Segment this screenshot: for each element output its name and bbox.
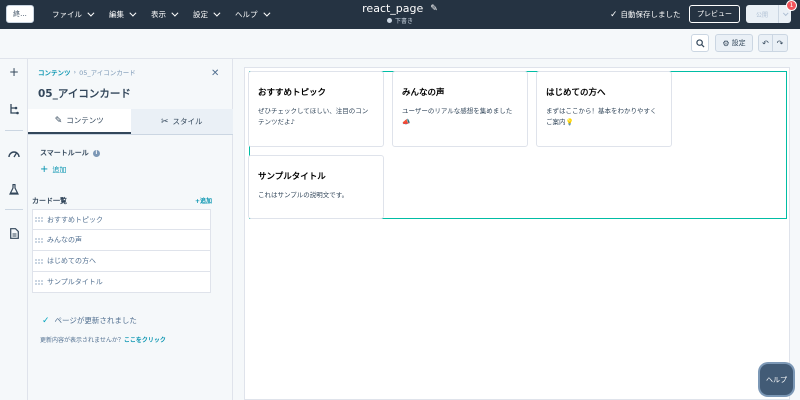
- rail-divider: [5, 130, 23, 131]
- page-button[interactable]: [0, 223, 28, 243]
- optimize-button[interactable]: [0, 143, 28, 163]
- settings-button[interactable]: ⚙ 設定: [715, 34, 753, 52]
- icon-card[interactable]: みんなの声 ユーザーのリアルな感想を集めました📣: [392, 71, 528, 147]
- check-icon: ✓: [610, 9, 618, 20]
- pencil-icon: ✎: [54, 115, 63, 126]
- top-navigation-bar: 終... ファイル 編集 表示 設定 ヘルプ react_page ✎ 下書き ✓…: [0, 0, 800, 29]
- breadcrumb-current: 05_アイコンカード: [79, 69, 136, 77]
- test-button[interactable]: [0, 179, 28, 199]
- search-icon: [695, 38, 705, 48]
- info-icon[interactable]: i: [92, 149, 100, 157]
- chevron-down-icon: [171, 9, 179, 17]
- card-list-header: カード一覧 +追加: [32, 196, 212, 206]
- card-text: ユーザーのリアルな感想を集めました📣: [402, 107, 513, 126]
- add-module-button[interactable]: +: [0, 62, 28, 82]
- card-text: まずはここから！基本をわかりやすくご案内💡: [546, 107, 657, 126]
- preview-button[interactable]: プレビュー: [689, 5, 740, 23]
- close-icon[interactable]: ✕: [211, 68, 219, 79]
- undo-icon: ↶: [762, 38, 769, 48]
- card-title: はじめての方へ: [546, 88, 606, 98]
- icon-card[interactable]: サンプルタイトル これはサンプルの説明文です。: [248, 155, 384, 219]
- drag-handle-icon[interactable]: [35, 214, 43, 226]
- card-title: サンプルタイトル: [258, 172, 326, 182]
- list-item[interactable]: みんなの声: [32, 230, 211, 251]
- page-status: 下書き: [340, 16, 460, 25]
- card-list-add-button[interactable]: +追加: [195, 196, 212, 206]
- module-editor-panel: コンテンツ › 05_アイコンカード ✕ 05_アイコンカード ✎ コンテンツ ✂…: [28, 59, 233, 400]
- card-text: ぜひチェックしてほしい、注目のコンテンツだよ♪: [258, 107, 369, 126]
- card-title: みんなの声: [402, 88, 445, 98]
- card-list-label: カード一覧: [32, 197, 67, 205]
- rail-divider: [5, 209, 23, 210]
- undo-button[interactable]: ↶: [758, 34, 773, 52]
- plus-icon: +: [8, 65, 20, 79]
- menu-settings[interactable]: 設定: [193, 9, 221, 20]
- icon-card[interactable]: はじめての方へ まずはここから！基本をわかりやすくご案内💡: [536, 71, 672, 147]
- list-item[interactable]: サンプルタイトル: [32, 272, 211, 293]
- tree-icon: [10, 103, 19, 114]
- breadcrumb-root[interactable]: コンテンツ: [38, 67, 71, 77]
- drag-handle-icon[interactable]: [35, 276, 43, 288]
- gear-icon: ⚙: [722, 38, 730, 48]
- chevron-down-icon: [782, 10, 789, 17]
- left-rail: +: [0, 59, 28, 400]
- document-icon: [9, 227, 19, 239]
- tab-content[interactable]: ✎ コンテンツ: [28, 109, 131, 134]
- brush-icon: ✂: [160, 116, 169, 127]
- search-button[interactable]: [691, 34, 709, 52]
- menu-help[interactable]: ヘルプ: [235, 9, 270, 20]
- update-status: ✓ ページが更新されました: [42, 315, 137, 326]
- chevron-down-icon: [129, 9, 137, 17]
- card-title: おすすめトピック: [258, 88, 327, 98]
- chevron-down-icon: [262, 9, 270, 17]
- module-title: 05_アイコンカード: [38, 88, 131, 100]
- breadcrumb: コンテンツ › 05_アイコンカード: [38, 67, 136, 77]
- redo-button[interactable]: ↷: [773, 34, 788, 52]
- flask-icon: [9, 183, 19, 195]
- breadcrumb-separator: ›: [73, 68, 77, 76]
- help-button[interactable]: ヘルプ: [760, 364, 793, 395]
- plus-icon: +: [40, 164, 49, 175]
- status-dot-icon: [386, 18, 392, 23]
- refresh-link[interactable]: ここをクリック: [124, 337, 166, 344]
- editor-toolbar: ⚙ 設定 ↶ ↷: [0, 29, 800, 59]
- exit-button[interactable]: 終...: [6, 5, 34, 23]
- drag-handle-icon[interactable]: [35, 234, 43, 246]
- smart-rule-add-button[interactable]: + 追加: [40, 164, 66, 175]
- page-title-area: react_page ✎ 下書き: [340, 2, 460, 25]
- menu-edit[interactable]: 編集: [109, 9, 137, 20]
- menu-bar: ファイル 編集 表示 設定 ヘルプ: [52, 0, 285, 29]
- smart-rule-label: スマートルール i: [40, 148, 100, 158]
- check-icon: ✓: [42, 315, 50, 326]
- menu-file[interactable]: ファイル: [52, 9, 95, 20]
- pencil-icon[interactable]: ✎: [430, 4, 438, 14]
- layers-button[interactable]: [0, 99, 28, 119]
- chevron-down-icon: [87, 9, 95, 17]
- card-list: おすすめトピック みんなの声 はじめての方へ サンプルタイトル: [32, 209, 211, 293]
- list-item[interactable]: はじめての方へ: [32, 251, 211, 272]
- menu-view[interactable]: 表示: [151, 9, 179, 20]
- gauge-icon: [8, 150, 20, 157]
- notification-badge[interactable]: 1: [786, 0, 797, 11]
- chevron-down-icon: [213, 9, 221, 17]
- publish-button[interactable]: 公開: [746, 5, 778, 23]
- drag-handle-icon[interactable]: [35, 255, 43, 267]
- autosave-status: ✓ 自動保存しました: [610, 9, 681, 20]
- list-item[interactable]: おすすめトピック: [32, 209, 211, 230]
- preview-canvas: おすすめトピック ぜひチェックしてほしい、注目のコンテンツだよ♪ みんなの声 ユ…: [244, 67, 790, 400]
- card-text: これはサンプルの説明文です。: [258, 191, 349, 199]
- page-title[interactable]: react_page ✎: [362, 2, 438, 15]
- panel-tabs: ✎ コンテンツ ✂ スタイル: [28, 109, 233, 135]
- refresh-hint: 更新内容が表示されませんか？ここをクリック: [40, 337, 166, 344]
- icon-card[interactable]: おすすめトピック ぜひチェックしてほしい、注目のコンテンツだよ♪: [248, 71, 384, 147]
- redo-icon: ↷: [776, 38, 784, 48]
- tab-style[interactable]: ✂ スタイル: [130, 109, 233, 134]
